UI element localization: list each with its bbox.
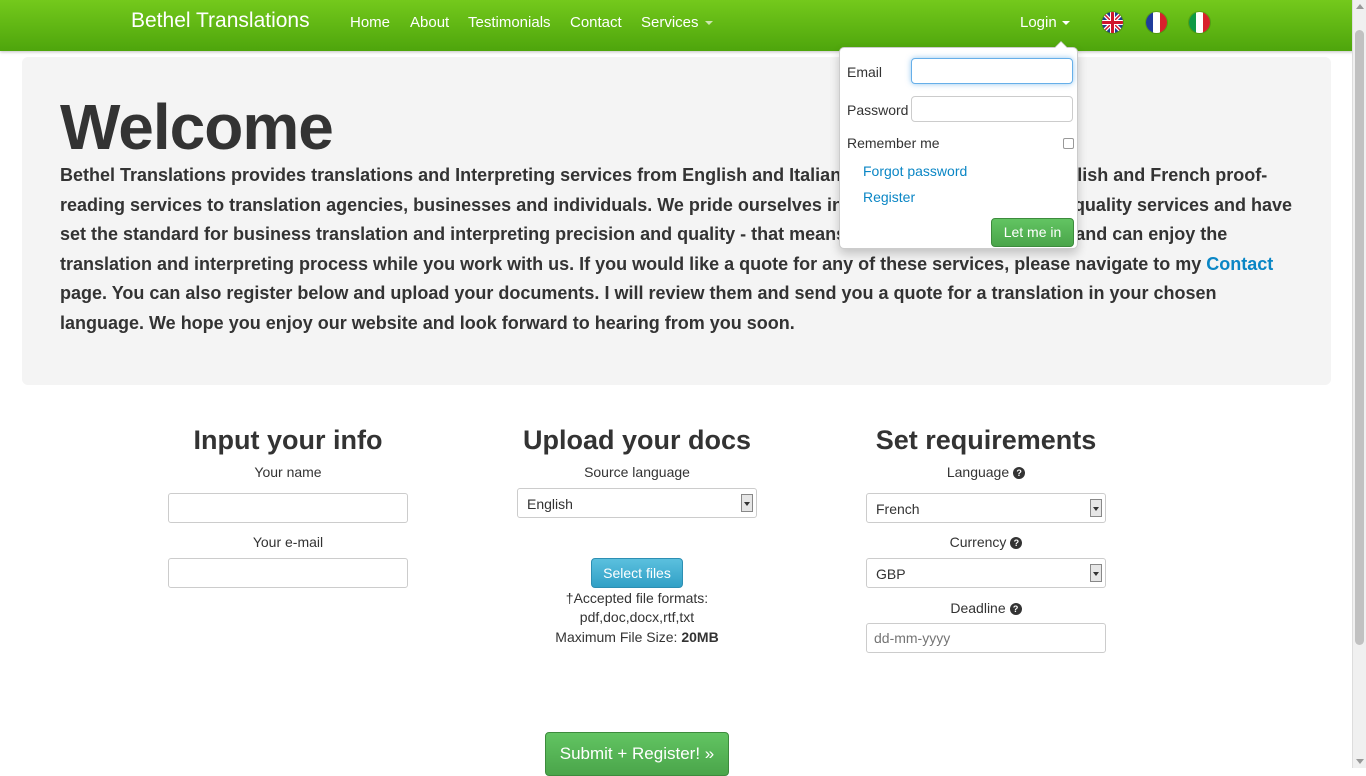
- hero-text-part2: page. You can also register below and up…: [60, 283, 1217, 333]
- language-label: Language: [946, 464, 1010, 480]
- source-language-label: Source language: [584, 464, 690, 480]
- help-icon[interactable]: ?: [1010, 537, 1023, 549]
- nav-about[interactable]: About: [410, 14, 449, 31]
- currency-value: GBP: [876, 566, 906, 582]
- currency-select[interactable]: GBP: [866, 558, 1106, 588]
- your-name-field[interactable]: [168, 493, 408, 523]
- italy-flag-icon[interactable]: [1189, 12, 1210, 33]
- chevron-down-icon: [1090, 499, 1102, 517]
- chevron-down-icon: [1090, 564, 1102, 582]
- target-language-select[interactable]: French: [866, 493, 1106, 523]
- login-dropdown: Email Password Remember me Forgot passwo…: [839, 41, 1078, 249]
- scroll-up-arrow-icon[interactable]: [1356, 4, 1364, 9]
- nav-home[interactable]: Home: [350, 14, 390, 31]
- currency-label: Currency: [949, 534, 1007, 550]
- chevron-down-icon: [704, 21, 713, 26]
- info-heading: Input your info: [193, 425, 383, 455]
- page-title: Welcome: [60, 91, 334, 163]
- max-file-size: Maximum File Size: 20MB: [487, 629, 787, 645]
- source-language-value: English: [527, 496, 573, 512]
- login-email-field[interactable]: [911, 58, 1073, 84]
- requirements-heading: Set requirements: [875, 425, 1097, 455]
- nav-login-dropdown[interactable]: Login: [1020, 14, 1070, 31]
- currency-label-row: Currency?: [836, 534, 1136, 550]
- help-icon[interactable]: ?: [1009, 603, 1022, 615]
- nav-login-label: Login: [1020, 14, 1057, 31]
- chevron-down-icon: [741, 494, 753, 512]
- contact-link[interactable]: Contact: [1206, 254, 1273, 274]
- scroll-down-arrow-icon[interactable]: [1356, 759, 1364, 764]
- hero-section: Welcome Bethel Translations provides tra…: [22, 57, 1331, 385]
- upload-heading: Upload your docs: [522, 425, 752, 455]
- scroll-thumb[interactable]: [1355, 30, 1364, 645]
- chevron-down-icon: [1061, 21, 1070, 26]
- nav-services-dropdown[interactable]: Services: [641, 14, 713, 31]
- max-file-size-value: 20MB: [681, 629, 719, 645]
- register-link[interactable]: Register: [863, 189, 915, 205]
- forgot-password-link[interactable]: Forgot password: [863, 163, 967, 179]
- nav-testimonials[interactable]: Testimonials: [468, 14, 551, 31]
- nav-contact[interactable]: Contact: [570, 14, 622, 31]
- navbar: Bethel Translations Home About Testimoni…: [0, 0, 1366, 51]
- target-language-value: French: [876, 501, 920, 517]
- uk-flag-icon[interactable]: [1102, 12, 1123, 33]
- dropdown-arrow-inner: [1055, 42, 1067, 48]
- your-email-label: Your e-mail: [252, 534, 324, 550]
- brand-logo[interactable]: Bethel Translations: [131, 9, 310, 33]
- your-name-label: Your name: [254, 464, 322, 480]
- login-email-label: Email: [847, 64, 883, 80]
- page-scrollbar[interactable]: [1352, 0, 1366, 768]
- deadline-date-field[interactable]: [866, 623, 1106, 653]
- login-password-label: Password: [847, 102, 909, 118]
- let-me-in-button[interactable]: Let me in: [991, 218, 1074, 247]
- remember-me-checkbox[interactable]: [1063, 138, 1074, 149]
- help-icon[interactable]: ?: [1013, 467, 1026, 479]
- deadline-label: Deadline: [950, 600, 1006, 616]
- deadline-label-row: Deadline?: [836, 600, 1136, 616]
- submit-register-button[interactable]: Submit + Register! »: [545, 732, 729, 776]
- language-label-row: Language?: [836, 464, 1136, 480]
- your-email-field[interactable]: [168, 558, 408, 588]
- select-files-button[interactable]: Select files: [591, 558, 683, 588]
- login-password-field[interactable]: [911, 96, 1073, 122]
- nav-services-label: Services: [641, 14, 699, 31]
- max-file-size-label: Maximum File Size:: [555, 629, 682, 645]
- source-language-select[interactable]: English: [517, 488, 757, 518]
- accepted-formats-label: †Accepted file formats:: [565, 590, 709, 606]
- accepted-formats-list: pdf,doc,docx,rtf,txt: [579, 609, 695, 625]
- france-flag-icon[interactable]: [1146, 12, 1167, 33]
- hero-text-part1: Bethel Translations provides translation…: [60, 165, 1293, 274]
- hero-description: Bethel Translations provides translation…: [60, 161, 1300, 338]
- remember-me-label: Remember me: [847, 135, 940, 151]
